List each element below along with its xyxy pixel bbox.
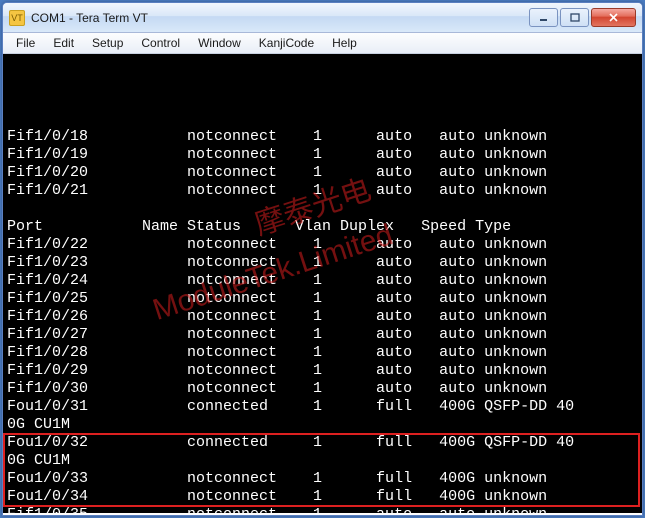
menu-control[interactable]: Control	[132, 34, 189, 52]
column-header: Port Name Status Vlan Duplex Speed Type	[7, 218, 638, 236]
port-row-continuation: 0G CU1M	[7, 452, 638, 470]
port-row: Fou1/0/33 notconnect 1 full 400G unknown	[7, 470, 638, 488]
titlebar[interactable]: VT COM1 - Tera Term VT	[3, 3, 642, 33]
port-row: Fif1/0/20 notconnect 1 auto auto unknown	[7, 164, 638, 182]
menu-file[interactable]: File	[7, 34, 44, 52]
menu-edit[interactable]: Edit	[44, 34, 83, 52]
close-button[interactable]	[591, 8, 636, 27]
window-buttons	[529, 8, 636, 27]
menu-setup[interactable]: Setup	[83, 34, 132, 52]
window-title: COM1 - Tera Term VT	[31, 11, 529, 25]
port-row: Fif1/0/26 notconnect 1 auto auto unknown	[7, 308, 638, 326]
app-icon: VT	[9, 10, 25, 26]
port-row: Fif1/0/28 notconnect 1 auto auto unknown	[7, 344, 638, 362]
port-row: Fif1/0/27 notconnect 1 auto auto unknown	[7, 326, 638, 344]
port-row: Fif1/0/29 notconnect 1 auto auto unknown	[7, 362, 638, 380]
blank-line	[7, 200, 638, 218]
port-row: Fif1/0/24 notconnect 1 auto auto unknown	[7, 272, 638, 290]
application-window: VT COM1 - Tera Term VT File Edit Setup C…	[2, 2, 643, 516]
port-row-connected: Fou1/0/32 connected 1 full 400G QSFP-DD …	[7, 434, 638, 452]
port-row: Fif1/0/19 notconnect 1 auto auto unknown	[7, 146, 638, 164]
port-row: Fif1/0/35 notconnect 1 auto auto unknown	[7, 506, 638, 513]
menubar: File Edit Setup Control Window KanjiCode…	[3, 33, 642, 54]
port-row: Fou1/0/34 notconnect 1 full 400G unknown	[7, 488, 638, 506]
maximize-button[interactable]	[560, 8, 589, 27]
minimize-button[interactable]	[529, 8, 558, 27]
menu-window[interactable]: Window	[189, 34, 250, 52]
port-row: Fif1/0/21 notconnect 1 auto auto unknown	[7, 182, 638, 200]
port-row-continuation: 0G CU1M	[7, 416, 638, 434]
menu-kanjicode[interactable]: KanjiCode	[250, 34, 323, 52]
port-row: Fif1/0/30 notconnect 1 auto auto unknown	[7, 380, 638, 398]
port-row: Fif1/0/23 notconnect 1 auto auto unknown	[7, 254, 638, 272]
port-row: Fif1/0/22 notconnect 1 auto auto unknown	[7, 236, 638, 254]
terminal[interactable]: 摩泰光电 ModuleTek.Limited Fif1/0/18 notconn…	[3, 54, 642, 513]
port-row: Fif1/0/18 notconnect 1 auto auto unknown	[7, 128, 638, 146]
port-row-connected: Fou1/0/31 connected 1 full 400G QSFP-DD …	[7, 398, 638, 416]
port-row: Fif1/0/25 notconnect 1 auto auto unknown	[7, 290, 638, 308]
menu-help[interactable]: Help	[323, 34, 366, 52]
